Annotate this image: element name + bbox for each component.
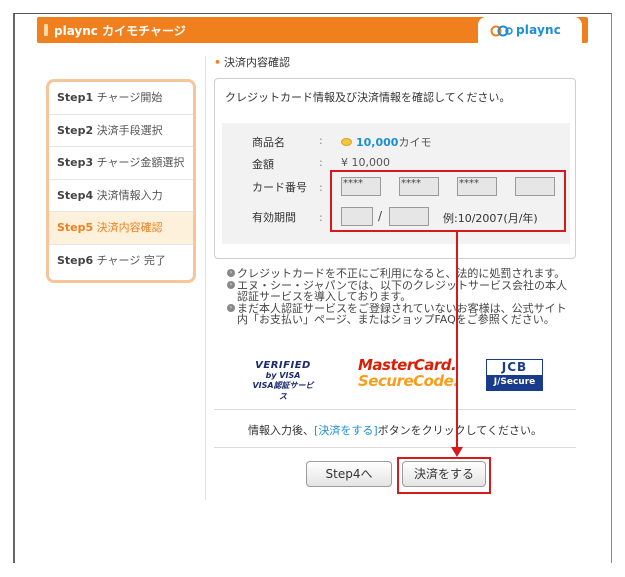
plaync-logo-icon xyxy=(490,25,513,37)
step-label: 決済情報入力 xyxy=(96,188,163,202)
by-visa-text: by VISA xyxy=(265,371,301,380)
colon: : xyxy=(319,181,323,194)
page-header: plaync カイモチャージ plaync xyxy=(37,17,588,44)
product-label: 商品名 xyxy=(252,136,285,149)
step-number: Step3 xyxy=(57,156,94,170)
securecode-text: SecureCode. xyxy=(358,372,459,390)
back-to-step4-button[interactable]: Step4へ xyxy=(306,461,392,487)
step-number: Step6 xyxy=(57,253,94,267)
price-label: 金額 xyxy=(252,158,274,171)
section-title: • 決済内容確認 xyxy=(214,54,290,70)
jcb-jsecure-logo: JCB J/Secure xyxy=(486,359,543,391)
jcb-text: JCB xyxy=(487,360,542,375)
step-label: 決済内容確認 xyxy=(96,221,163,235)
step-label: チャージ開始 xyxy=(96,91,163,104)
vertical-divider xyxy=(205,56,206,500)
arrow-bullet-icon: › xyxy=(227,269,235,277)
price-value: ¥ 10,000 xyxy=(341,156,390,169)
step-item-4: Step4 決済情報入力 xyxy=(49,180,193,213)
instruction-text: 情報入力後、[決済をする]ボタンをクリックしてください。 xyxy=(214,422,576,438)
kaimo-coin-icon xyxy=(341,138,352,146)
jsecure-text: J/Secure xyxy=(487,375,542,390)
step-label: 決済手段選択 xyxy=(96,123,163,137)
instruction-before: 情報入力後、 xyxy=(248,424,315,437)
card-info-highlight xyxy=(330,170,566,232)
step-number: Step5 xyxy=(57,221,94,235)
colon: : xyxy=(319,156,323,169)
colon: : xyxy=(319,134,323,147)
header-title: plaync カイモチャージ xyxy=(54,24,186,38)
step-number: Step1 xyxy=(57,91,94,104)
divider xyxy=(214,409,576,410)
visa-auth-text: VISA認証サービス xyxy=(252,381,314,401)
notice-text: エヌ・シー・ジャパンでは、以下のクレジットサービス会社の本人認証サービスを導入し… xyxy=(237,278,567,303)
step-number: Step2 xyxy=(57,123,94,137)
colon: : xyxy=(319,211,323,224)
bullet-dot-icon: • xyxy=(214,56,222,69)
card-number-label: カード番号 xyxy=(252,181,307,194)
product-unit: カイモ xyxy=(398,136,432,149)
arrow-bullet-icon: › xyxy=(227,303,235,312)
expiry-label: 有効期間 xyxy=(252,211,296,224)
pay-button-reference: [決済をする] xyxy=(314,424,378,437)
step-list: Step1 チャージ開始 Step2 決済手段選択 Step3 チャージ金額選択… xyxy=(46,79,196,283)
step-label: チャージ 完了 xyxy=(96,253,166,267)
instruction-after: ボタンをクリックしてください。 xyxy=(377,424,542,437)
header-accent-bar xyxy=(44,24,48,36)
verified-text: VERIFIED xyxy=(255,360,311,371)
annotation-arrow-down-icon xyxy=(451,447,463,457)
annotation-arrow-line xyxy=(456,232,458,450)
step-item-6: Step6 チャージ 完了 xyxy=(49,245,193,278)
divider xyxy=(214,447,576,448)
plaync-logo-text: plaync xyxy=(516,23,562,37)
step-number: Step4 xyxy=(57,188,94,202)
step-item-1: Step1 チャージ開始 xyxy=(49,82,193,115)
step-item-2: Step2 決済手段選択 xyxy=(49,115,193,148)
section-title-text: 決済内容確認 xyxy=(224,56,291,69)
confirm-message: クレジットカード情報及び決済情報を確認してください。 xyxy=(225,91,511,104)
mastercard-securecode-logo: MasterCard. SecureCode. xyxy=(358,356,459,390)
product-value: 10,000カイモ xyxy=(341,134,431,150)
notice-item: › まだ本人認証サービスをご登録されていないお客様は、公式サイト内「お支払い」ペ… xyxy=(227,301,572,326)
notice-text: まだ本人認証サービスをご登録されていないお客様は、公式サイト内「お支払い」ページ… xyxy=(237,301,567,326)
notice-item: › エヌ・シー・ジャパンでは、以下のクレジットサービス会社の本人認証サービスを導… xyxy=(227,278,572,303)
product-amount: 10,000 xyxy=(356,136,399,149)
arrow-bullet-icon: › xyxy=(227,280,235,289)
pay-button-highlight xyxy=(397,457,491,494)
notice-list: › クレジットカードを不正にご利用になると、法的に処罰されます。 › エヌ・シー… xyxy=(227,268,572,326)
verified-by-visa-logo: VERIFIED by VISA VISA認証サービス xyxy=(250,360,316,402)
plaync-logo[interactable]: plaync xyxy=(478,17,582,44)
step-label: チャージ金額選択 xyxy=(96,156,185,170)
step-item-5-current: Step5 決済内容確認 xyxy=(49,212,193,245)
step-item-3: Step3 チャージ金額選択 xyxy=(49,147,193,180)
card-brand-logos: VERIFIED by VISA VISA認証サービス MasterCard. … xyxy=(214,354,576,402)
